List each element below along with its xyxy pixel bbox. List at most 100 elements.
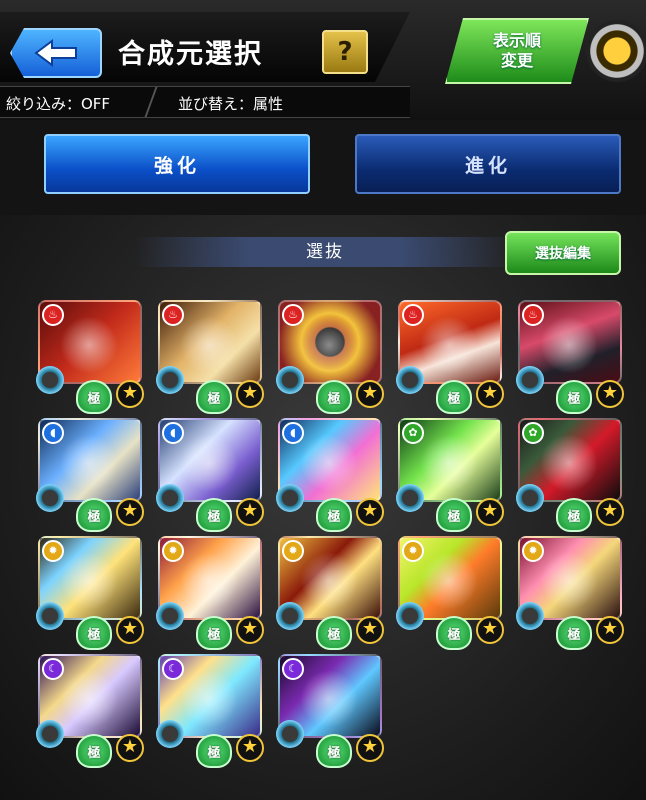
gauge-badge: 極: [316, 734, 352, 768]
arrow-left-icon: [34, 39, 77, 67]
star-icon: ★: [476, 380, 504, 408]
light-icon: ✹: [42, 540, 64, 562]
star-icon: ★: [116, 380, 144, 408]
tab-enhance[interactable]: 強化: [44, 134, 310, 194]
monster-card[interactable]: ♨ 極 ★: [276, 298, 384, 414]
monster-card[interactable]: ☾ 極 ★: [156, 652, 264, 768]
wood-icon: ✿: [522, 422, 544, 444]
star-icon: ★: [356, 734, 384, 762]
monster-card[interactable]: ◖ 極 ★: [36, 416, 144, 532]
star-icon: ★: [236, 734, 264, 762]
star-icon: ★: [476, 616, 504, 644]
gauge-badge: 極: [436, 498, 472, 532]
dark-icon: ☾: [282, 658, 304, 680]
monster-card[interactable]: ✹ 極 ★: [36, 534, 144, 650]
header: 合成元選択 ? 絞り込み：OFF 並び替え：属性 表示順 変更: [0, 0, 646, 120]
gauge-badge: 極: [196, 616, 232, 650]
fire-icon: ♨: [522, 304, 544, 326]
star-icon: ★: [596, 380, 624, 408]
monster-card[interactable]: ♨ 極 ★: [396, 298, 504, 414]
luck-slot-icon: [156, 484, 184, 512]
light-icon: ✹: [522, 540, 544, 562]
monster-card[interactable]: ☾ 極 ★: [276, 652, 384, 768]
star-icon: ★: [236, 380, 264, 408]
menu-orb-icon[interactable]: [586, 20, 646, 82]
luck-slot-icon: [276, 720, 304, 748]
monster-card[interactable]: ◖ 極 ★: [276, 416, 384, 532]
dark-icon: ☾: [162, 658, 184, 680]
monster-card[interactable]: ✹ 極 ★: [156, 534, 264, 650]
help-button[interactable]: ?: [322, 30, 368, 74]
star-icon: ★: [116, 498, 144, 526]
luck-slot-icon: [36, 366, 64, 394]
monster-card[interactable]: ✿ 極 ★: [516, 416, 624, 532]
gauge-badge: 極: [196, 380, 232, 414]
monster-card[interactable]: ♨ 極 ★: [516, 298, 624, 414]
fire-icon: ♨: [162, 304, 184, 326]
star-icon: ★: [236, 616, 264, 644]
monster-card[interactable]: ✹ 極 ★: [396, 534, 504, 650]
gauge-badge: 極: [316, 380, 352, 414]
star-icon: ★: [476, 498, 504, 526]
luck-slot-icon: [516, 484, 544, 512]
back-button[interactable]: [10, 28, 102, 78]
sort-order-label-line2: 変更: [500, 51, 533, 70]
luck-slot-icon: [156, 366, 184, 394]
luck-slot-icon: [516, 602, 544, 630]
section-label: 選抜: [135, 237, 515, 267]
water-icon: ◖: [162, 422, 184, 444]
monster-card[interactable]: ♨ 極 ★: [156, 298, 264, 414]
monster-card[interactable]: ✿ 極 ★: [396, 416, 504, 532]
luck-slot-icon: [396, 602, 424, 630]
luck-slot-icon: [276, 366, 304, 394]
gauge-badge: 極: [196, 734, 232, 768]
star-icon: ★: [596, 498, 624, 526]
selection-edit-button[interactable]: 選抜編集: [505, 231, 621, 275]
luck-slot-icon: [36, 484, 64, 512]
sort-button[interactable]: 並び替え：属性: [178, 93, 283, 114]
sort-order-button[interactable]: 表示順 変更: [445, 18, 589, 84]
gauge-badge: 極: [76, 616, 112, 650]
dark-icon: ☾: [42, 658, 64, 680]
gauge-badge: 極: [556, 380, 592, 414]
gauge-badge: 極: [76, 498, 112, 532]
luck-slot-icon: [36, 602, 64, 630]
monster-card[interactable]: ◖ 極 ★: [156, 416, 264, 532]
water-icon: ◖: [42, 422, 64, 444]
luck-slot-icon: [516, 366, 544, 394]
monster-card[interactable]: ♨ 極 ★: [36, 298, 144, 414]
filter-button[interactable]: 絞り込み：OFF: [6, 93, 110, 114]
star-icon: ★: [236, 498, 264, 526]
luck-slot-icon: [156, 720, 184, 748]
monster-card[interactable]: ✹ 極 ★: [516, 534, 624, 650]
star-icon: ★: [596, 616, 624, 644]
luck-slot-icon: [276, 484, 304, 512]
gauge-badge: 極: [196, 498, 232, 532]
gauge-badge: 極: [556, 616, 592, 650]
star-icon: ★: [356, 616, 384, 644]
luck-slot-icon: [396, 484, 424, 512]
page-title: 合成元選択: [118, 39, 263, 70]
fire-icon: ♨: [402, 304, 424, 326]
luck-slot-icon: [276, 602, 304, 630]
fire-icon: ♨: [42, 304, 64, 326]
tab-evolve[interactable]: 進化: [355, 134, 621, 194]
gauge-badge: 極: [436, 616, 472, 650]
gauge-badge: 極: [556, 498, 592, 532]
luck-slot-icon: [156, 602, 184, 630]
fire-icon: ♨: [282, 304, 304, 326]
luck-slot-icon: [36, 720, 64, 748]
monster-card[interactable]: ☾ 極 ★: [36, 652, 144, 768]
light-icon: ✹: [282, 540, 304, 562]
water-icon: ◖: [282, 422, 304, 444]
gauge-badge: 極: [436, 380, 472, 414]
filter-sort-bar: 絞り込み：OFF 並び替え：属性: [0, 86, 410, 118]
luck-slot-icon: [396, 366, 424, 394]
monster-card[interactable]: ✹ 極 ★: [276, 534, 384, 650]
wood-icon: ✿: [402, 422, 424, 444]
star-icon: ★: [356, 498, 384, 526]
gauge-badge: 極: [316, 616, 352, 650]
star-icon: ★: [356, 380, 384, 408]
light-icon: ✹: [402, 540, 424, 562]
gauge-badge: 極: [76, 734, 112, 768]
